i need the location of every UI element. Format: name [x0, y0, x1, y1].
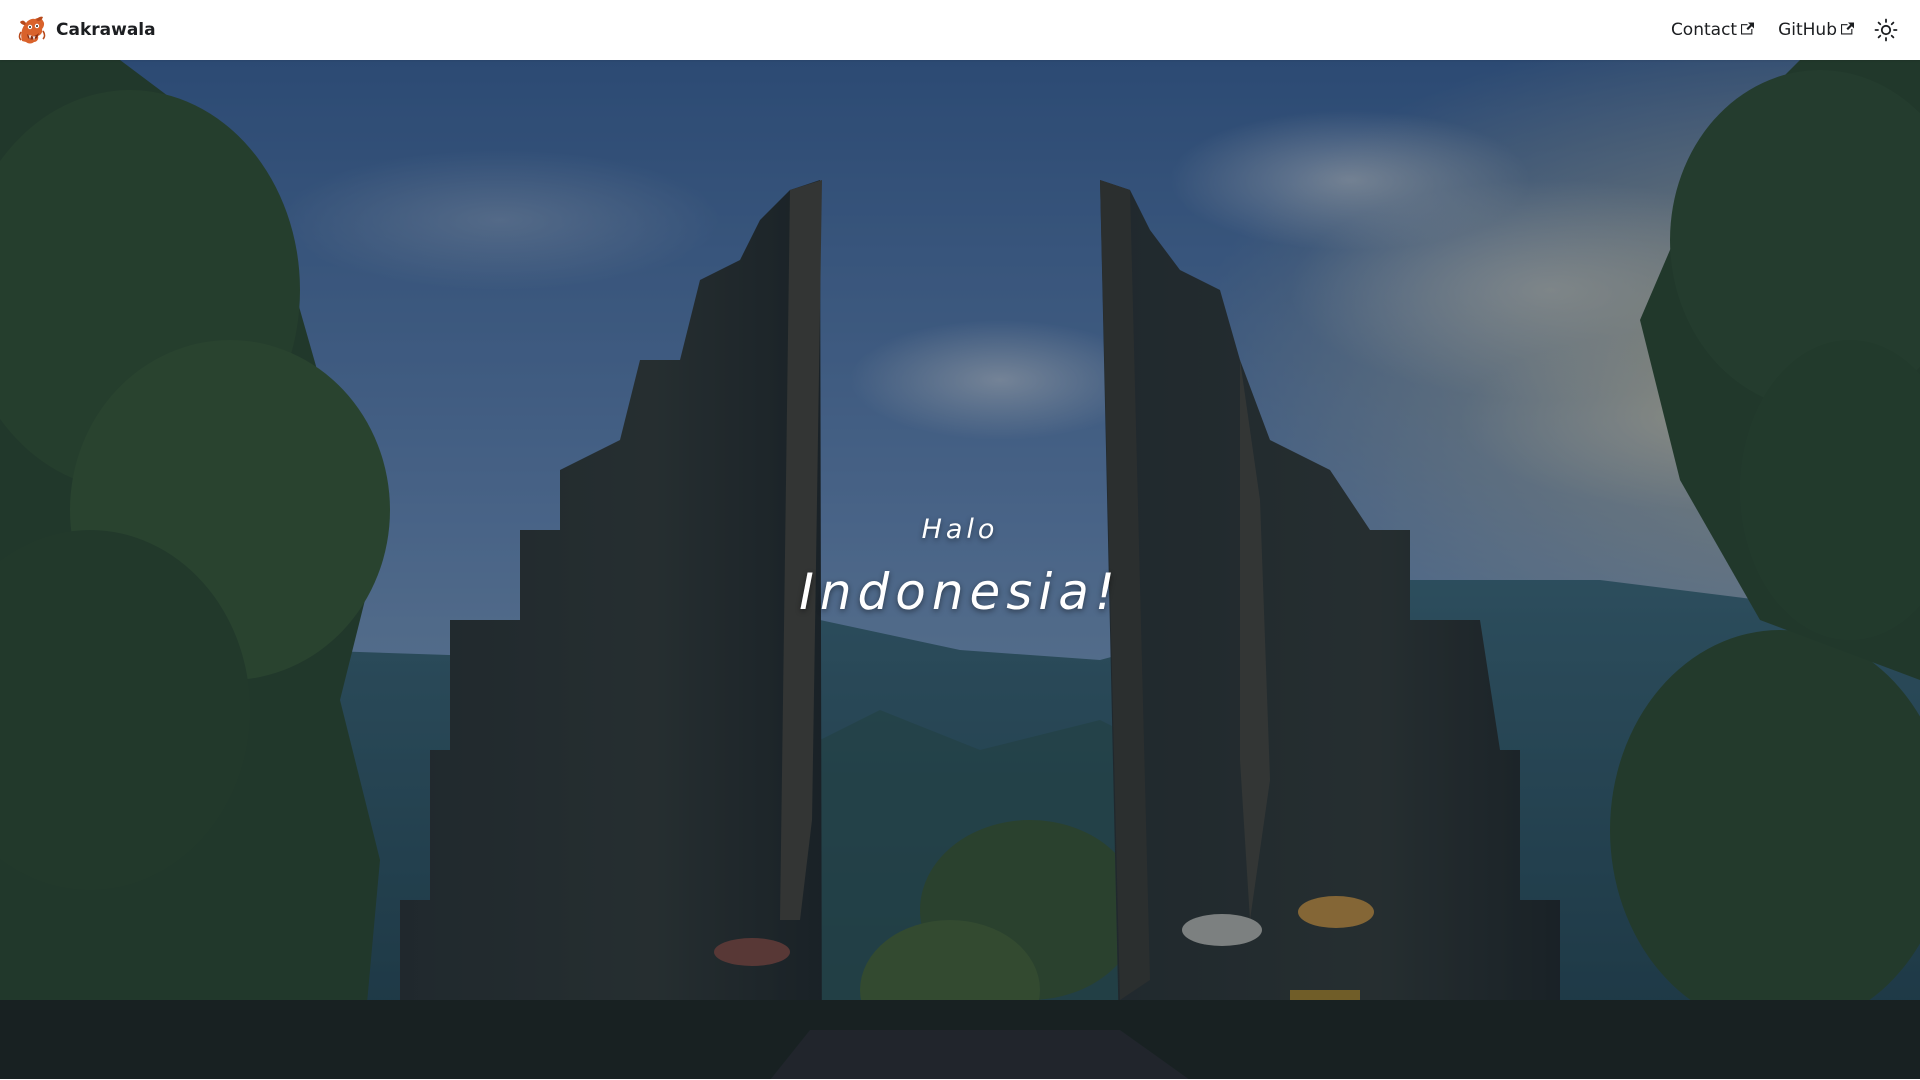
brand-logo-icon — [16, 14, 48, 46]
contact-link-label: Contact — [1670, 20, 1738, 40]
external-link-icon — [1841, 22, 1854, 35]
external-link-icon — [1741, 22, 1755, 35]
brand-title: Cakrawala — [56, 20, 156, 40]
hero-text: Halo Indonesia! — [0, 60, 1920, 1080]
contact-link[interactable]: Contact — [1659, 16, 1766, 44]
navbar-right: Contact GitHub — [1659, 14, 1902, 46]
hero-title: Indonesia! — [799, 562, 1121, 621]
hero-kicker: Halo — [921, 513, 999, 545]
sun-icon — [1874, 18, 1898, 42]
brand-link[interactable]: Cakrawala — [16, 14, 156, 46]
github-link[interactable]: GitHub — [1766, 16, 1866, 44]
navbar: Cakrawala Contact GitHub — [0, 0, 1920, 60]
github-link-label: GitHub — [1778, 20, 1837, 40]
theme-toggle-button[interactable] — [1870, 14, 1902, 46]
hero-banner: Halo Indonesia! — [0, 60, 1920, 1080]
